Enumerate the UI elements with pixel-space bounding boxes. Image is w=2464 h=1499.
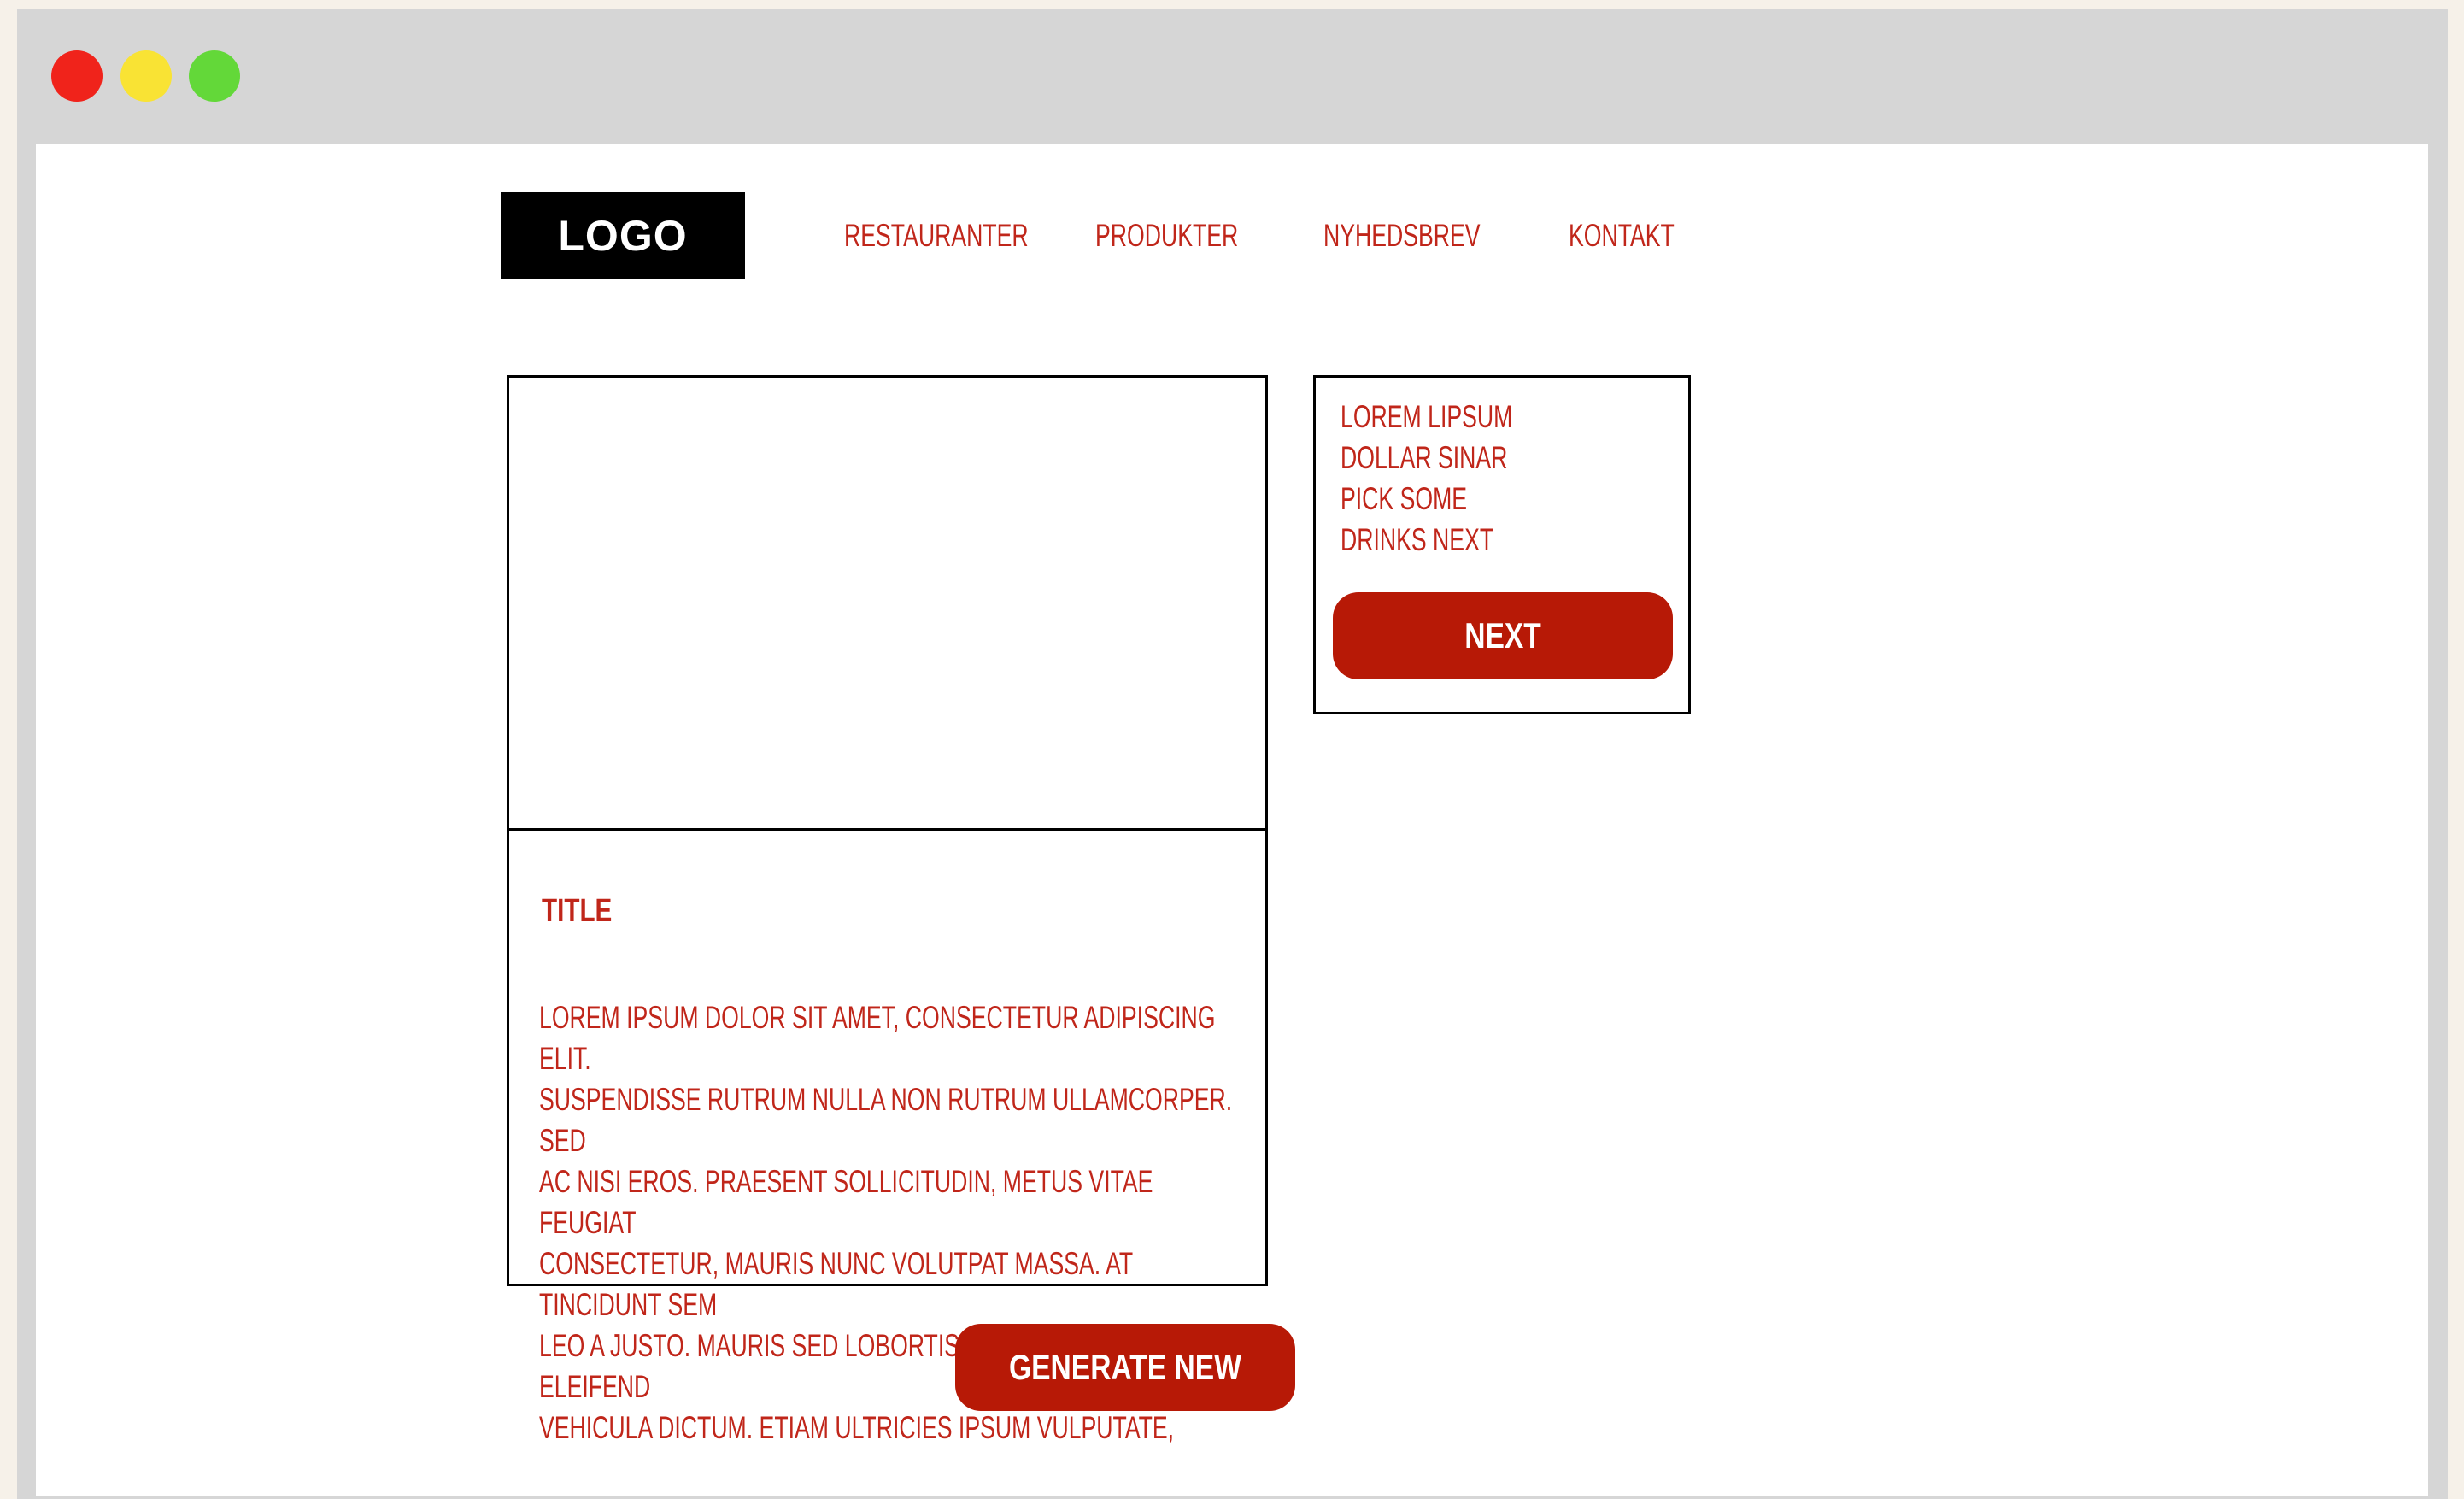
page-viewport: LOGO RESTAURANTER PRODUKTER NYHEDSBREV K… [36,144,2428,1496]
content-card: TITLE LOREM IPSUM DOLOR SIT AMET, CONSEC… [507,375,1268,1445]
suggestion-line: DRINKS NEXT [1341,522,1494,557]
nav-link-nyhedsbrev[interactable]: NYHEDSBREV [1323,215,1481,256]
body-line: AC NISI EROS. PRAESENT SOLLICITUDIN, MET… [539,1164,1153,1240]
next-button-label: NEXT [1464,615,1541,655]
body-line: CONSECTETUR, MAURIS NUNC VOLUTPAT MASSA.… [539,1246,1133,1322]
minimize-window-button[interactable] [120,50,172,102]
image-placeholder [509,378,1265,831]
nav-link-kontakt[interactable]: KONTAKT [1569,215,1675,256]
close-window-button[interactable] [51,50,103,102]
browser-window: LOGO RESTAURANTER PRODUKTER NYHEDSBREV K… [17,9,2448,1499]
drink-suggestion-box: LOREM LIPSUM DOLLAR SINAR PICK SOME DRIN… [1313,375,1691,714]
suggestion-text: LOREM LIPSUM DOLLAR SINAR PICK SOME DRIN… [1341,397,1512,561]
suggestion-line: DOLLAR SINAR [1341,440,1508,475]
generate-new-button-label: GENERATE NEW [1009,1347,1241,1387]
nav-link-restauranter[interactable]: RESTAURANTER [844,215,1029,256]
body-line: LOREM IPSUM DOLOR SIT AMET, CONSECTETUR … [539,1000,1216,1076]
suggestion-line: PICK SOME [1341,481,1468,516]
body-line: SUSPENDISSE RUTRUM NULLA NON RUTRUM ULLA… [539,1082,1233,1158]
suggestion-line: LOREM LIPSUM [1341,399,1513,434]
logo[interactable]: LOGO [501,192,745,279]
card-title: TITLE [542,893,613,929]
generate-new-button[interactable]: GENERATE NEW [955,1324,1295,1411]
maximize-window-button[interactable] [189,50,240,102]
next-button[interactable]: NEXT [1333,592,1673,679]
body-line: VEHICULA DICTUM. ETIAM ULTRICIES IPSUM V… [539,1410,1175,1445]
nav-link-produkter[interactable]: PRODUKTER [1095,215,1238,256]
